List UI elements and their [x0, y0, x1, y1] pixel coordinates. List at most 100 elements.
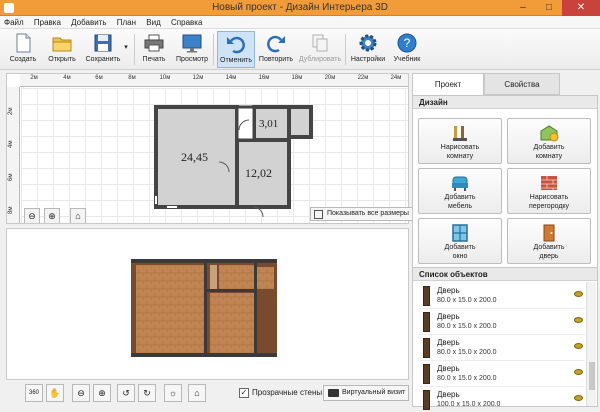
home-icon: ⌂ — [75, 211, 81, 221]
door-icon — [543, 224, 555, 242]
home-view-button[interactable]: ⌂ — [70, 208, 86, 223]
door-icon — [423, 364, 430, 384]
menu-edit[interactable]: Правка — [30, 16, 65, 28]
visibility-eye-icon[interactable] — [574, 291, 583, 297]
gear-icon — [359, 34, 377, 52]
zoom-in-3d-button[interactable]: ⊕ — [93, 384, 111, 402]
menu-help[interactable]: Справка — [167, 16, 206, 28]
add-door-button[interactable]: Добавить дверь — [507, 218, 591, 264]
object-list-item[interactable]: Дверь 80.0 x 15.0 x 200.0 — [419, 283, 585, 309]
minimize-button[interactable]: – — [510, 0, 536, 16]
room-annex[interactable] — [287, 105, 313, 139]
save-dropdown[interactable]: ▾ — [122, 31, 130, 68]
draw-partition-button[interactable]: Нарисовать перегородку — [507, 168, 591, 214]
object-list-scrollbar[interactable] — [586, 282, 596, 406]
object-list-header: Список объектов — [413, 268, 597, 281]
menu-bar: Файл Правка Добавить План Вид Справка — [0, 16, 600, 29]
object-list-item[interactable]: Дверь 100.0 x 15.0 x 200.0 — [419, 387, 585, 412]
door-icon — [423, 390, 430, 410]
rotate-left-icon: ↺ — [122, 388, 130, 398]
transparent-walls-checkbox[interactable]: ✓ — [239, 388, 249, 398]
visibility-eye-icon[interactable] — [574, 395, 583, 401]
tab-properties[interactable]: Свойства — [484, 73, 560, 95]
brick-wall-icon — [541, 176, 557, 190]
brush-icon — [453, 126, 467, 141]
wall-top — [207, 289, 257, 292]
object-list-item[interactable]: Дверь 80.0 x 15.0 x 200.0 — [419, 361, 585, 387]
draw-room-button[interactable]: Нарисовать комнату — [418, 118, 502, 164]
create-button[interactable]: Создать — [6, 31, 40, 68]
toolbar-divider — [345, 34, 346, 65]
copy-icon — [312, 34, 328, 52]
add-room-icon — [540, 125, 559, 142]
zoom-in-icon: ⊕ — [48, 211, 56, 221]
visibility-eye-icon[interactable] — [574, 317, 583, 323]
room-area-label: 24,45 — [181, 150, 208, 164]
zoom-out-3d-button[interactable]: ⊖ — [72, 384, 90, 402]
visibility-eye-icon[interactable] — [574, 343, 583, 349]
open-button[interactable]: Открыть — [44, 31, 80, 68]
add-window-button[interactable]: Добавить окно — [418, 218, 502, 264]
menu-add[interactable]: Добавить — [67, 16, 110, 28]
tab-project[interactable]: Проект — [412, 73, 484, 95]
zoom-in-button[interactable]: ⊕ — [44, 208, 60, 223]
transparent-walls-label: Прозрачные стены — [252, 388, 323, 397]
corridor — [235, 105, 256, 142]
redo-button[interactable]: Повторить — [258, 31, 294, 68]
object-list-item[interactable]: Дверь 80.0 x 15.0 x 200.0 — [419, 335, 585, 361]
hand-icon: ✋ — [49, 388, 61, 398]
printer-icon — [144, 34, 164, 52]
tutorial-button[interactable]: ? Учебник — [390, 31, 424, 68]
undo-button[interactable]: Отменить — [217, 31, 255, 68]
rotate-left-button[interactable]: ↺ — [117, 384, 135, 402]
duplicate-button[interactable]: Дублировать — [298, 31, 342, 68]
zoom-out-button[interactable]: ⊖ — [24, 208, 40, 223]
menu-plan[interactable]: План — [113, 16, 140, 28]
visibility-eye-icon[interactable] — [574, 369, 583, 375]
redo-icon — [267, 35, 285, 53]
view-3d[interactable] — [6, 228, 409, 380]
rotate-360-icon: 360 — [28, 390, 39, 396]
folder-icon — [52, 37, 72, 52]
video-camera-icon — [328, 389, 339, 397]
zoom-in-icon: ⊕ — [98, 388, 106, 398]
chevron-down-icon: ▾ — [124, 44, 128, 51]
wall-top — [131, 353, 277, 357]
design-header: Дизайн — [413, 96, 597, 109]
preview-button[interactable]: Просмотр — [174, 31, 210, 68]
scrollbar-thumb[interactable] — [589, 362, 595, 390]
right-panel: Проект Свойства Дизайн Нарисовать комнат… — [412, 73, 598, 410]
settings-button[interactable]: Настройки — [349, 31, 387, 68]
house-3d-render — [131, 259, 277, 357]
window-icon — [452, 224, 468, 242]
plan-2d-view[interactable]: 2м 4м 6м 8м 10м 12м 14м 16м 18м 20м 22м … — [6, 73, 409, 224]
menu-file[interactable]: Файл — [0, 16, 28, 28]
print-button[interactable]: Печать — [140, 31, 168, 68]
add-furniture-button[interactable]: Добавить мебель — [418, 168, 502, 214]
grid-icon — [314, 210, 323, 219]
add-room-button[interactable]: Добавить комнату — [507, 118, 591, 164]
virtual-visit-button[interactable]: Виртуальный визит — [323, 385, 409, 401]
maximize-button[interactable]: □ — [536, 0, 562, 16]
light-button[interactable]: ☼ — [164, 384, 182, 402]
save-button[interactable]: Сохранить — [84, 31, 122, 68]
svg-text:?: ? — [404, 36, 411, 50]
show-all-sizes-button[interactable]: Показывать все размеры — [310, 207, 414, 221]
object-list-item[interactable]: Дверь 80.0 x 15.0 x 200.0 — [419, 309, 585, 335]
new-file-icon — [16, 33, 31, 53]
door-icon — [423, 286, 430, 306]
floor-corridor — [210, 265, 217, 290]
pan-button[interactable]: ✋ — [46, 384, 64, 402]
rotate-right-button[interactable]: ↻ — [138, 384, 156, 402]
floor-small-room — [219, 265, 254, 290]
undo-icon — [227, 36, 245, 54]
close-button[interactable]: ✕ — [562, 0, 600, 16]
floor-plan — [154, 105, 313, 218]
menu-view[interactable]: Вид — [142, 16, 164, 28]
wall-top — [204, 259, 207, 357]
home-3d-button[interactable]: ⌂ — [188, 384, 206, 402]
view-controls-bar: 360 ✋ ⊖ ⊕ ↺ ↻ ☼ ⌂ ✓ Прозрачные стены Вир… — [6, 381, 409, 407]
room-area-label: 3,01 — [259, 118, 279, 130]
rotate-360-button[interactable]: 360 — [25, 384, 43, 402]
floor-right-room — [210, 293, 254, 353]
